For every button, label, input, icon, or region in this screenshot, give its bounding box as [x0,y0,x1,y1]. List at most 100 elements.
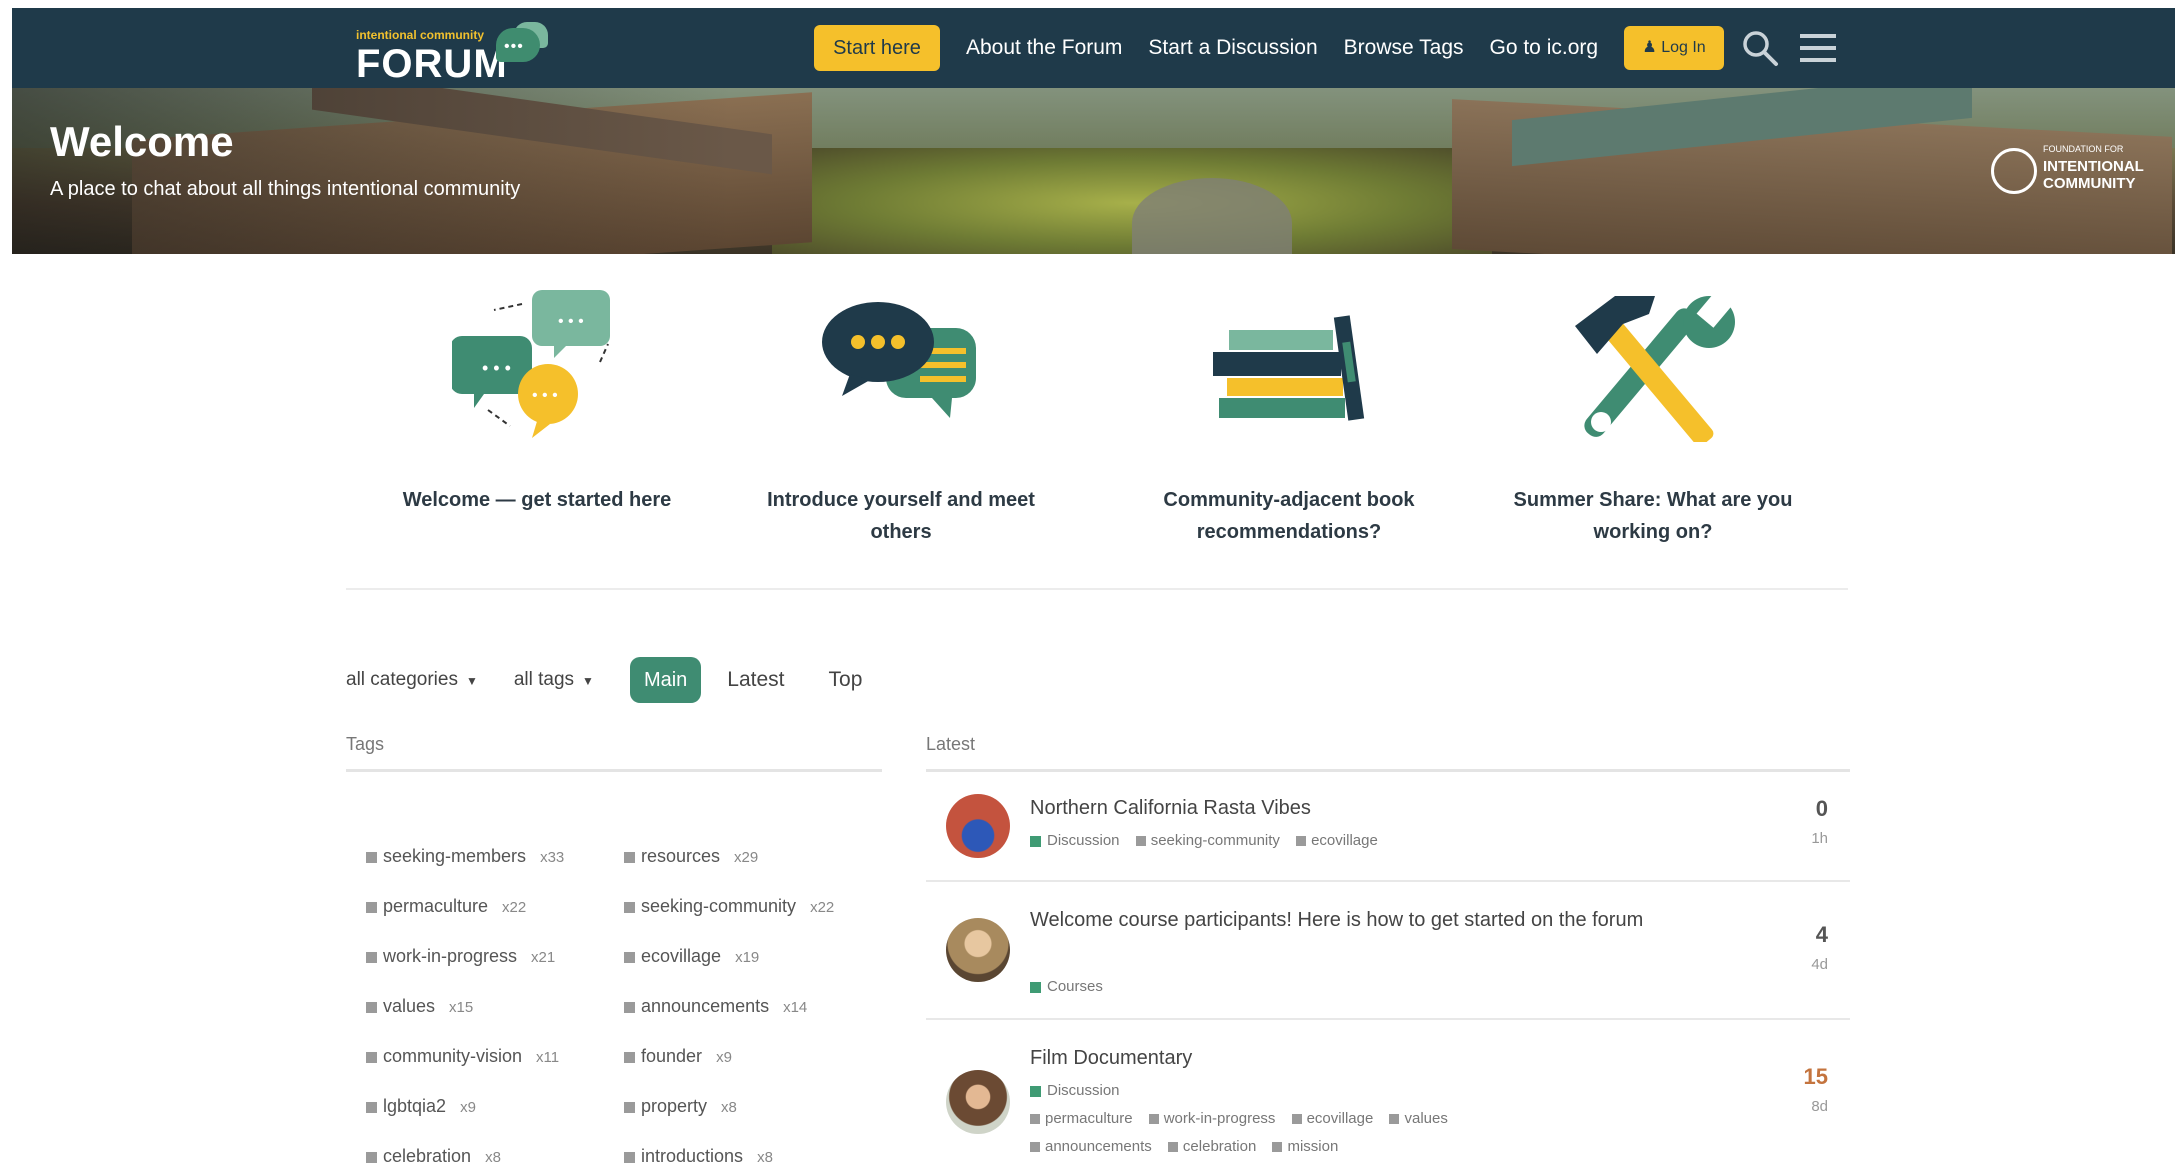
tag-item[interactable]: celebration x8 [366,1146,501,1167]
menu-button[interactable] [1796,26,1840,70]
topic-tag[interactable]: mission [1287,1138,1338,1155]
tag-item[interactable]: values x15 [366,996,473,1017]
topic-tag[interactable]: announcements [1045,1138,1152,1155]
tag-square-icon [624,1151,635,1163]
nav-start-discussion[interactable]: Start a Discussion [1148,36,1317,60]
topic-category[interactable]: Discussion [1047,832,1120,849]
tag-square-icon [366,901,377,913]
topic-meta: Courses [1030,978,1103,995]
topic-category[interactable]: Discussion [1047,1082,1120,1099]
tag-item[interactable]: resources x29 [624,846,758,867]
topic-tag[interactable]: values [1404,1110,1447,1127]
categories-dropdown[interactable]: all categories ▼ [346,669,478,691]
nav-go-to-ic[interactable]: Go to ic.org [1490,36,1599,60]
topic-tag[interactable]: ecovillage [1311,832,1378,849]
filter-bar: all categories ▼ all tags ▼ Main Latest To… [346,656,906,704]
caret-down-icon: ▼ [582,674,594,688]
tag-item[interactable]: permaculture x22 [366,896,526,917]
nav-browse-tags[interactable]: Browse Tags [1344,36,1464,60]
svg-text:• • •: • • • [482,358,511,378]
topic-row[interactable]: Northern California Rasta Vibes Discussi… [926,772,1850,882]
tag-item[interactable]: work-in-progress x21 [366,946,555,967]
fic-name-text: INTENTIONAL COMMUNITY [2043,158,2144,192]
fic-logo: FOUNDATION FOR INTENTIONAL COMMUNITY [1991,144,2161,200]
start-here-button[interactable]: Start here [814,25,940,71]
topic-age[interactable]: 1h [1811,830,1828,847]
tab-top[interactable]: Top [829,668,863,692]
search-icon [1743,31,1779,66]
topic-tag[interactable]: work-in-progress [1164,1110,1276,1127]
topic-row[interactable]: Film Documentary Discussion permaculture… [926,1020,1850,1168]
topic-reply-count: 4 [1815,922,1828,947]
user-icon: ♟ [1642,39,1657,56]
featured-topic-introduce[interactable]: Introduce yourself and meet others [746,282,1056,548]
tag-count: x21 [531,949,556,966]
tag-square-icon [1291,1114,1302,1125]
tags-dropdown[interactable]: all tags ▼ [514,669,594,691]
topic-title[interactable]: Welcome course participants! Here is how… [1030,904,1650,936]
topic-title[interactable]: Northern California Rasta Vibes [1030,792,1311,824]
topic-tag[interactable]: permaculture [1045,1110,1133,1127]
avatar[interactable] [946,918,1010,982]
tag-item[interactable]: seeking-community x22 [624,896,834,917]
latest-panel: Latest Northern California Rasta Vibes D… [926,734,1850,1168]
tag-item[interactable]: lgbtqia2 x9 [366,1096,476,1117]
avatar[interactable] [946,1070,1010,1134]
tag-name: introductions [641,1146,744,1166]
tag-name: community-vision [383,1046,523,1066]
avatar[interactable] [946,794,1010,858]
topic-row[interactable]: Welcome course participants! Here is how… [926,882,1850,1020]
tag-square-icon [624,1051,635,1063]
tags-heading: Tags [346,734,882,772]
tag-item[interactable]: announcements x14 [624,996,807,1017]
tag-square-icon [1272,1142,1283,1153]
category-square-icon [1030,981,1041,993]
tag-square-icon [1030,1114,1040,1125]
fic-small-text: FOUNDATION FOR [2043,144,2124,154]
featured-topic-summer-share[interactable]: Summer Share: What are you working on? [1498,282,1808,548]
tag-item[interactable]: seeking-members x33 [366,846,564,867]
topic-category[interactable]: Courses [1047,978,1103,995]
topic-meta: Discussion [1030,1082,1120,1099]
featured-topics: • • • • • • • • • Welcome — get started … [346,282,1848,590]
banner-title: Welcome [50,118,234,165]
tag-item[interactable]: ecovillage x19 [624,946,759,967]
topic-tag[interactable]: celebration [1183,1138,1256,1155]
tag-square-icon [624,851,635,863]
topic-title[interactable]: Film Documentary [1030,1042,1192,1074]
featured-topic-books[interactable]: Community-adjacent book recommendations? [1134,282,1444,548]
tools-icon [1575,292,1735,442]
search-button[interactable] [1738,26,1782,70]
login-button[interactable]: ♟ Log In [1624,26,1725,70]
logo-tagline: intentional community [356,28,485,42]
tab-latest[interactable]: Latest [727,668,784,692]
tag-name: lgbtqia2 [383,1096,447,1116]
topic-tags: permaculture work-in-progress ecovillage… [1018,1110,1448,1127]
tag-square-icon [624,1101,635,1113]
top-bar: intentional community FORUM ••• Start he… [12,8,2175,88]
tag-square-icon [366,1051,377,1063]
topic-tag[interactable]: seeking-community [1151,832,1280,849]
tag-name: seeking-community [641,896,797,916]
tag-item[interactable]: founder x9 [624,1046,732,1067]
forum-logo[interactable]: intentional community FORUM ••• [344,18,564,86]
topic-tags: announcements celebration mission [1018,1138,1338,1155]
tag-square-icon [624,901,635,913]
svg-text:• • •: • • • [532,387,558,404]
logo-wordmark: FORUM [356,42,508,86]
tag-square-icon [1030,1142,1040,1153]
nav-about-forum[interactable]: About the Forum [966,36,1122,60]
tag-item[interactable]: property x8 [624,1096,737,1117]
tab-main[interactable]: Main [629,657,702,703]
topic-age[interactable]: 4d [1811,956,1828,973]
topic-tag[interactable]: ecovillage [1307,1110,1374,1127]
tag-square-icon [366,1151,377,1163]
tag-item[interactable]: community-vision x11 [366,1046,559,1067]
caret-down-icon: ▼ [465,674,478,688]
topic-age[interactable]: 8d [1811,1098,1828,1115]
tag-name: work-in-progress [383,946,518,966]
tag-item[interactable]: introductions x8 [624,1146,773,1167]
logo-dots-icon: ••• [504,38,524,55]
topic-reply-count: 0 [1815,796,1828,821]
featured-topic-welcome[interactable]: • • • • • • • • • Welcome — get started … [382,282,692,516]
